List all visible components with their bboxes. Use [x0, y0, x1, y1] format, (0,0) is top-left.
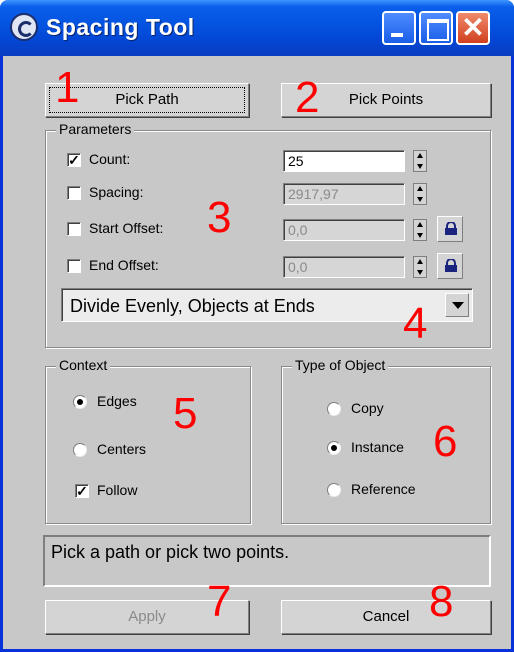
follow-checkbox[interactable]: ✓ [75, 484, 89, 498]
spacing-label: Spacing: [89, 184, 144, 200]
count-field[interactable]: 25 [283, 150, 405, 172]
start-offset-checkbox[interactable] [67, 222, 81, 236]
spacing-field[interactable]: 2917,97 [283, 183, 405, 205]
spacing-checkbox[interactable] [67, 186, 81, 200]
reference-label: Reference [351, 481, 416, 497]
centers-radio[interactable] [73, 443, 87, 457]
count-label: Count: [89, 151, 131, 167]
centers-label: Centers [97, 441, 147, 457]
close-button[interactable]: ✕ [456, 11, 490, 45]
lock-icon [445, 259, 457, 272]
annotation-number-3: 3 [207, 193, 232, 242]
title-bar[interactable]: Spacing Tool ✕ [0, 0, 514, 56]
end-offset-lock-button[interactable] [437, 253, 463, 279]
count-spinner[interactable] [413, 150, 427, 172]
end-offset-label: End Offset: [89, 257, 159, 273]
count-checkbox[interactable]: ✓ [67, 153, 81, 167]
start-offset-field[interactable]: 0,0 [283, 219, 405, 241]
annotation-number-2: 2 [295, 73, 320, 122]
end-offset-field[interactable]: 0,0 [283, 256, 405, 278]
cancel-button[interactable]: Cancel [281, 600, 491, 634]
3dsmax-app-icon [10, 13, 38, 41]
start-offset-lock-button[interactable] [437, 216, 463, 242]
annotation-number-4: 4 [403, 299, 428, 348]
minimize-button[interactable] [382, 11, 416, 45]
start-offset-label: Start Offset: [89, 220, 164, 236]
type-of-object-group-label: Type of Object [292, 357, 389, 373]
follow-label: Follow [97, 482, 138, 498]
dialog-body: Pick Path Pick Points Parameters ✓ Count… [3, 56, 511, 649]
end-offset-spinner[interactable] [413, 256, 427, 278]
distribution-selected-value: Divide Evenly, Objects at Ends [70, 296, 315, 316]
parameters-group-label: Parameters [56, 121, 135, 137]
annotation-number-8: 8 [429, 577, 454, 626]
spacing-spinner[interactable] [413, 183, 427, 205]
end-offset-checkbox[interactable] [67, 259, 81, 273]
copy-radio[interactable] [327, 402, 341, 416]
copy-label: Copy [351, 400, 384, 416]
maximize-button[interactable] [419, 11, 453, 45]
spacing-tool-window: Spacing Tool ✕ Pick Path Pick Points Par… [0, 0, 514, 652]
dropdown-arrow-icon[interactable] [445, 293, 469, 317]
instance-label: Instance [351, 439, 404, 455]
instance-radio[interactable] [327, 441, 341, 455]
status-message: Pick a path or pick two points. [43, 535, 491, 587]
reference-radio[interactable] [327, 483, 341, 497]
annotation-number-6: 6 [433, 417, 458, 466]
start-offset-spinner[interactable] [413, 219, 427, 241]
lock-icon [445, 222, 457, 235]
annotation-number-1: 1 [55, 63, 80, 112]
close-icon: ✕ [461, 12, 485, 43]
annotation-number-7: 7 [207, 577, 232, 626]
edges-radio[interactable] [73, 395, 87, 409]
window-title: Spacing Tool [46, 14, 195, 40]
annotation-number-5: 5 [173, 389, 198, 438]
edges-label: Edges [97, 393, 137, 409]
context-group-label: Context [56, 357, 111, 373]
